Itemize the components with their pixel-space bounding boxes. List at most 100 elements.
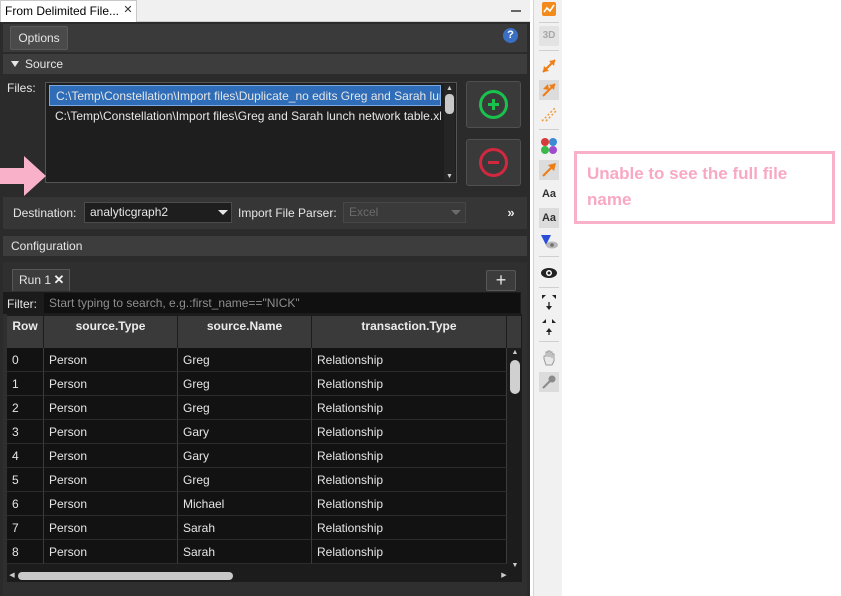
- cell-row[interactable]: 1: [7, 372, 44, 396]
- filter-label: Filter:: [7, 297, 37, 311]
- cell-transaction-type[interactable]: Relationship: [312, 444, 507, 468]
- file-list-item[interactable]: C:\Temp\Constellation\Import files\Greg …: [49, 106, 441, 127]
- cell-row[interactable]: 7: [7, 516, 44, 540]
- scroll-down-icon[interactable]: ▼: [444, 172, 455, 181]
- cell-source-name[interactable]: Greg: [178, 372, 312, 396]
- configuration-section-header[interactable]: Configuration: [3, 236, 527, 256]
- table-horizontal-scroll-thumb[interactable]: [18, 572, 233, 580]
- cell-source-type[interactable]: Person: [44, 516, 178, 540]
- cell-transaction-type[interactable]: Relationship: [312, 396, 507, 420]
- expand-icon[interactable]: [539, 292, 559, 312]
- cell-source-type[interactable]: Person: [44, 492, 178, 516]
- column-header-source-name[interactable]: source.Name: [178, 316, 312, 348]
- label-text-glyph: Aa: [541, 188, 557, 200]
- table-row[interactable]: 5 Person Greg Relationship: [7, 468, 507, 492]
- dashed-link-icon[interactable]: [539, 104, 559, 124]
- label-text-selected-icon[interactable]: Aa: [539, 208, 559, 228]
- cell-row[interactable]: 8: [7, 540, 44, 564]
- scroll-left-icon[interactable]: ◀: [7, 570, 17, 582]
- contract-icon[interactable]: [539, 316, 559, 336]
- cell-source-type[interactable]: Person: [44, 396, 178, 420]
- 3d-toggle-icon[interactable]: 3D: [539, 26, 559, 46]
- help-icon[interactable]: ?: [503, 28, 518, 43]
- source-section-header[interactable]: Source: [3, 54, 527, 74]
- table-row[interactable]: 6 Person Michael Relationship: [7, 492, 507, 516]
- cell-source-type[interactable]: Person: [44, 540, 178, 564]
- color-palette-icon[interactable]: [539, 136, 559, 156]
- close-run-icon[interactable]: ✕: [53, 273, 65, 287]
- cell-transaction-type[interactable]: Relationship: [312, 540, 507, 564]
- table-row[interactable]: 1 Person Greg Relationship: [7, 372, 507, 396]
- table-vertical-scroll-thumb[interactable]: [510, 360, 520, 394]
- cell-source-name[interactable]: Gary: [178, 444, 312, 468]
- column-header-transaction-type[interactable]: transaction.Type: [312, 316, 507, 348]
- chevron-down-icon[interactable]: [451, 210, 461, 215]
- column-header-extra[interactable]: [507, 316, 522, 348]
- cell-source-type[interactable]: Person: [44, 444, 178, 468]
- draw-link-selected-icon[interactable]: [539, 80, 559, 100]
- table-row[interactable]: 4 Person Gary Relationship: [7, 444, 507, 468]
- table-row[interactable]: 0 Person Greg Relationship: [7, 348, 507, 372]
- cell-source-type[interactable]: Person: [44, 372, 178, 396]
- minimize-button[interactable]: [509, 2, 523, 16]
- cell-source-name[interactable]: Gary: [178, 420, 312, 444]
- pin-icon[interactable]: [539, 372, 559, 392]
- document-tab[interactable]: From Delimited File...: [0, 0, 137, 22]
- files-label: Files:: [7, 81, 36, 95]
- draw-link-icon[interactable]: [539, 56, 559, 76]
- scroll-up-icon[interactable]: ▲: [508, 348, 522, 358]
- visibility-icon[interactable]: [539, 263, 559, 283]
- data-table: Row source.Type source.Name transaction.…: [7, 314, 522, 570]
- hand-icon[interactable]: [539, 348, 559, 368]
- add-file-button[interactable]: [466, 81, 521, 128]
- arrow-icon[interactable]: [539, 160, 559, 180]
- table-row[interactable]: 2 Person Greg Relationship: [7, 396, 507, 420]
- blaze-eye-icon[interactable]: [539, 232, 559, 252]
- table-row[interactable]: 7 Person Sarah Relationship: [7, 516, 507, 540]
- cell-source-name[interactable]: Sarah: [178, 540, 312, 564]
- cell-transaction-type[interactable]: Relationship: [312, 420, 507, 444]
- filter-input[interactable]: [44, 293, 520, 313]
- remove-file-button[interactable]: [466, 139, 521, 186]
- cell-transaction-type[interactable]: Relationship: [312, 492, 507, 516]
- cell-source-name[interactable]: Michael: [178, 492, 312, 516]
- expand-options-button[interactable]: »: [503, 204, 519, 222]
- cell-transaction-type[interactable]: Relationship: [312, 468, 507, 492]
- destination-select[interactable]: analyticgraph2: [84, 202, 232, 223]
- parser-label: Import File Parser:: [238, 206, 337, 220]
- column-header-source-type[interactable]: source.Type: [44, 316, 178, 348]
- table-row[interactable]: 3 Person Gary Relationship: [7, 420, 507, 444]
- cell-source-name[interactable]: Greg: [178, 348, 312, 372]
- cell-source-name[interactable]: Greg: [178, 468, 312, 492]
- column-header-row[interactable]: Row: [7, 316, 44, 348]
- cell-source-name[interactable]: Greg: [178, 396, 312, 420]
- table-row[interactable]: 8 Person Sarah Relationship: [7, 540, 507, 564]
- cell-transaction-type[interactable]: Relationship: [312, 348, 507, 372]
- pink-arrow-icon: [0, 156, 46, 196]
- parser-select[interactable]: Excel: [343, 202, 466, 223]
- cell-transaction-type[interactable]: Relationship: [312, 372, 507, 396]
- file-list-scroll-thumb[interactable]: [445, 94, 454, 114]
- scroll-up-icon[interactable]: ▲: [444, 84, 455, 93]
- cell-source-name[interactable]: Sarah: [178, 516, 312, 540]
- toolbar-separator: [539, 50, 559, 51]
- add-run-button[interactable]: +: [486, 270, 516, 291]
- cell-row[interactable]: 4: [7, 444, 44, 468]
- scroll-right-icon[interactable]: ▶: [499, 570, 509, 582]
- chart-icon[interactable]: [539, 0, 559, 20]
- cell-transaction-type[interactable]: Relationship: [312, 516, 507, 540]
- file-list[interactable]: C:\Temp\Constellation\Import files\Dupli…: [45, 82, 457, 183]
- cell-row[interactable]: 6: [7, 492, 44, 516]
- file-list-item[interactable]: C:\Temp\Constellation\Import files\Dupli…: [49, 85, 441, 106]
- cell-source-type[interactable]: Person: [44, 420, 178, 444]
- cell-row[interactable]: 3: [7, 420, 44, 444]
- cell-source-type[interactable]: Person: [44, 468, 178, 492]
- label-text-icon[interactable]: Aa: [539, 184, 559, 204]
- cell-source-type[interactable]: Person: [44, 348, 178, 372]
- options-button[interactable]: Options: [10, 26, 68, 50]
- cell-row[interactable]: 5: [7, 468, 44, 492]
- cell-row[interactable]: 0: [7, 348, 44, 372]
- close-tab-icon[interactable]: ✕: [121, 0, 135, 20]
- cell-row[interactable]: 2: [7, 396, 44, 420]
- chevron-down-icon[interactable]: [218, 210, 228, 215]
